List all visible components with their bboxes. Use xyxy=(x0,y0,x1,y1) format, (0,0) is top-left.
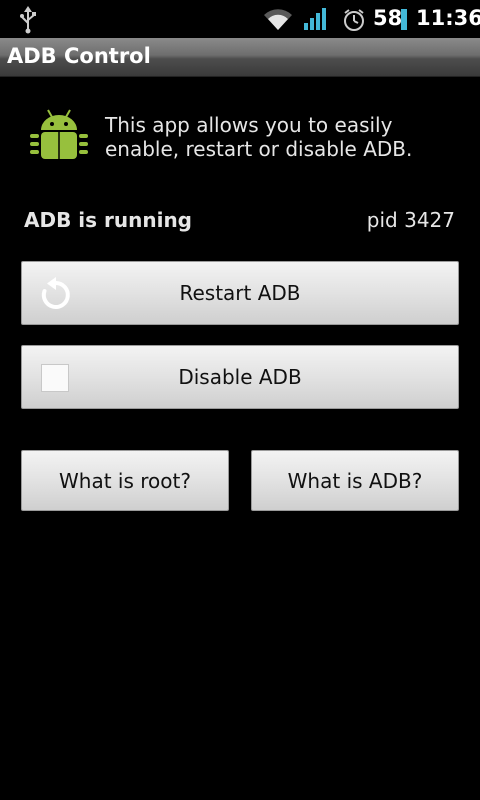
status-bar: 58 11:36 xyxy=(0,0,480,38)
wifi-icon xyxy=(262,6,294,36)
clock: 11:36 xyxy=(416,6,480,30)
restart-adb-button[interactable]: Restart ADB xyxy=(21,261,459,325)
what-is-adb-label: What is ADB? xyxy=(287,468,423,493)
adb-pid-label: pid 3427 xyxy=(366,208,455,232)
app-title: ADB Control xyxy=(7,44,151,68)
disable-adb-label: Disable ADB xyxy=(178,365,302,389)
adb-status-label: ADB is running xyxy=(24,208,192,232)
what-is-root-label: What is root? xyxy=(59,468,191,493)
battery-icon xyxy=(401,9,407,30)
battery-level: 58 xyxy=(373,6,403,30)
what-is-root-button[interactable]: What is root? xyxy=(21,450,229,511)
android-logo-icon xyxy=(28,108,90,168)
disable-adb-button[interactable]: Disable ADB xyxy=(21,345,459,409)
what-is-adb-button[interactable]: What is ADB? xyxy=(251,450,459,511)
signal-icon xyxy=(303,7,329,35)
usb-icon xyxy=(18,6,38,38)
intro-description: This app allows you to easily enable, re… xyxy=(105,113,413,161)
alarm-icon xyxy=(342,8,366,36)
restart-adb-label: Restart ADB xyxy=(179,281,301,305)
title-bar: ADB Control xyxy=(0,38,480,77)
